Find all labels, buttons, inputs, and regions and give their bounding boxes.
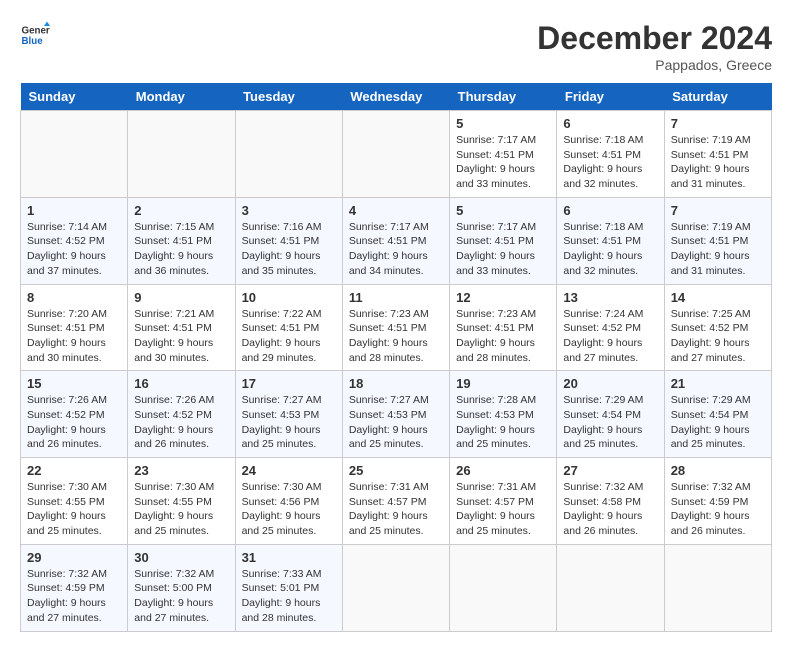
day-cell-14: 14 Sunrise: 7:25 AMSunset: 4:52 PMDaylig…: [664, 284, 771, 371]
day-cell-29: 29 Sunrise: 7:32 AMSunset: 4:59 PMDaylig…: [21, 544, 128, 631]
day-cell-22: 22 Sunrise: 7:30 AMSunset: 4:55 PMDaylig…: [21, 458, 128, 545]
day-cell-5: 5 Sunrise: 7:17 AMSunset: 4:51 PMDayligh…: [450, 111, 557, 198]
day-cell-7: 7 Sunrise: 7:19 AMSunset: 4:51 PMDayligh…: [664, 111, 771, 198]
empty-cell: [21, 111, 128, 198]
day-cell-23: 23 Sunrise: 7:30 AMSunset: 4:55 PMDaylig…: [128, 458, 235, 545]
empty-cell: [342, 111, 449, 198]
day-cell-19: 19 Sunrise: 7:28 AMSunset: 4:53 PMDaylig…: [450, 371, 557, 458]
day-cell-13: 13 Sunrise: 7:24 AMSunset: 4:52 PMDaylig…: [557, 284, 664, 371]
title-area: December 2024 Pappados, Greece: [537, 20, 772, 73]
table-row: 22 Sunrise: 7:30 AMSunset: 4:55 PMDaylig…: [21, 458, 772, 545]
table-row: 29 Sunrise: 7:32 AMSunset: 4:59 PMDaylig…: [21, 544, 772, 631]
day-cell-8: 8 Sunrise: 7:20 AMSunset: 4:51 PMDayligh…: [21, 284, 128, 371]
day-cell-6: 6 Sunrise: 7:18 AMSunset: 4:51 PMDayligh…: [557, 111, 664, 198]
month-title: December 2024: [537, 20, 772, 57]
day-cell-2: 2 Sunrise: 7:15 AMSunset: 4:51 PMDayligh…: [128, 197, 235, 284]
col-wednesday: Wednesday: [342, 83, 449, 111]
empty-cell: [450, 544, 557, 631]
day-cell-18: 18 Sunrise: 7:27 AMSunset: 4:53 PMDaylig…: [342, 371, 449, 458]
day-cell-7b: 7 Sunrise: 7:19 AMSunset: 4:51 PMDayligh…: [664, 197, 771, 284]
day-cell-9: 9 Sunrise: 7:21 AMSunset: 4:51 PMDayligh…: [128, 284, 235, 371]
day-cell-16: 16 Sunrise: 7:26 AMSunset: 4:52 PMDaylig…: [128, 371, 235, 458]
empty-cell: [128, 111, 235, 198]
logo-icon: General Blue: [20, 20, 50, 50]
col-thursday: Thursday: [450, 83, 557, 111]
svg-text:General: General: [22, 26, 51, 37]
day-cell-6b: 6 Sunrise: 7:18 AMSunset: 4:51 PMDayligh…: [557, 197, 664, 284]
col-monday: Monday: [128, 83, 235, 111]
day-cell-5b: 5 Sunrise: 7:17 AMSunset: 4:51 PMDayligh…: [450, 197, 557, 284]
empty-cell: [664, 544, 771, 631]
empty-cell: [557, 544, 664, 631]
col-saturday: Saturday: [664, 83, 771, 111]
day-cell-21: 21 Sunrise: 7:29 AMSunset: 4:54 PMDaylig…: [664, 371, 771, 458]
day-cell-10: 10 Sunrise: 7:22 AMSunset: 4:51 PMDaylig…: [235, 284, 342, 371]
table-row: 1 Sunrise: 7:14 AMSunset: 4:52 PMDayligh…: [21, 197, 772, 284]
table-row: 5 Sunrise: 7:17 AMSunset: 4:51 PMDayligh…: [21, 111, 772, 198]
day-cell-4: 4 Sunrise: 7:17 AMSunset: 4:51 PMDayligh…: [342, 197, 449, 284]
day-cell-30: 30 Sunrise: 7:32 AMSunset: 5:00 PMDaylig…: [128, 544, 235, 631]
empty-cell: [342, 544, 449, 631]
day-cell-1: 1 Sunrise: 7:14 AMSunset: 4:52 PMDayligh…: [21, 197, 128, 284]
calendar-table: Sunday Monday Tuesday Wednesday Thursday…: [20, 83, 772, 632]
page-header: General Blue December 2024 Pappados, Gre…: [20, 20, 772, 73]
location: Pappados, Greece: [537, 57, 772, 73]
col-tuesday: Tuesday: [235, 83, 342, 111]
logo: General Blue: [20, 20, 50, 50]
day-cell-25: 25 Sunrise: 7:31 AMSunset: 4:57 PMDaylig…: [342, 458, 449, 545]
table-row: 8 Sunrise: 7:20 AMSunset: 4:51 PMDayligh…: [21, 284, 772, 371]
day-cell-26: 26 Sunrise: 7:31 AMSunset: 4:57 PMDaylig…: [450, 458, 557, 545]
day-cell-27: 27 Sunrise: 7:32 AMSunset: 4:58 PMDaylig…: [557, 458, 664, 545]
day-cell-3: 3 Sunrise: 7:16 AMSunset: 4:51 PMDayligh…: [235, 197, 342, 284]
day-cell-28: 28 Sunrise: 7:32 AMSunset: 4:59 PMDaylig…: [664, 458, 771, 545]
day-cell-20: 20 Sunrise: 7:29 AMSunset: 4:54 PMDaylig…: [557, 371, 664, 458]
day-cell-15: 15 Sunrise: 7:26 AMSunset: 4:52 PMDaylig…: [21, 371, 128, 458]
svg-text:Blue: Blue: [22, 36, 44, 47]
day-cell-11: 11 Sunrise: 7:23 AMSunset: 4:51 PMDaylig…: [342, 284, 449, 371]
day-cell-12: 12 Sunrise: 7:23 AMSunset: 4:51 PMDaylig…: [450, 284, 557, 371]
day-cell-24: 24 Sunrise: 7:30 AMSunset: 4:56 PMDaylig…: [235, 458, 342, 545]
col-friday: Friday: [557, 83, 664, 111]
col-sunday: Sunday: [21, 83, 128, 111]
day-cell-31: 31 Sunrise: 7:33 AMSunset: 5:01 PMDaylig…: [235, 544, 342, 631]
table-row: 15 Sunrise: 7:26 AMSunset: 4:52 PMDaylig…: [21, 371, 772, 458]
empty-cell: [235, 111, 342, 198]
day-cell-17: 17 Sunrise: 7:27 AMSunset: 4:53 PMDaylig…: [235, 371, 342, 458]
